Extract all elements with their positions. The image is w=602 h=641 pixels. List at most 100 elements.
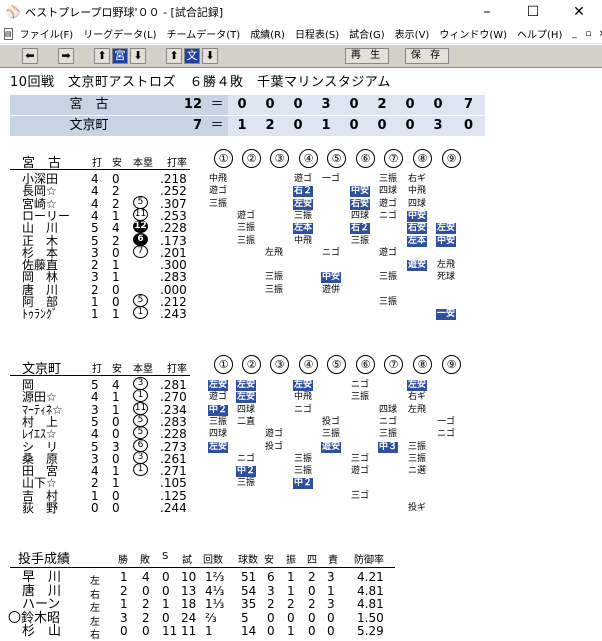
- menu-view[interactable]: 表示(V): [390, 26, 435, 41]
- next-game-button[interactable]: ➡: [58, 48, 74, 64]
- at-bat-result: 三振: [408, 441, 427, 452]
- home-inning-9: 0: [452, 116, 485, 136]
- at-bats: 1: [91, 307, 99, 322]
- menu-game[interactable]: 試合(G): [344, 26, 390, 41]
- inning-header: ③: [270, 355, 289, 374]
- menu-team-data[interactable]: チームデータ(T): [162, 26, 246, 41]
- away-inning-4: 3: [312, 95, 340, 115]
- pitching-stat: 4⅓: [205, 583, 225, 598]
- away-inning-9: 7: [452, 95, 485, 115]
- inning-header: ②: [242, 149, 261, 168]
- prev-game-button[interactable]: ⬅: [22, 48, 38, 64]
- pitching-column-header: 防御率: [354, 555, 384, 566]
- hits: 2: [112, 184, 120, 199]
- away-team-name: 宮 古: [10, 95, 168, 115]
- pitching-column-header: 球数: [238, 555, 258, 566]
- at-bats: 4: [91, 172, 99, 186]
- at-bat-result: 四球: [209, 429, 228, 440]
- at-bat-result: ニゴ: [351, 380, 370, 390]
- at-bat-result: 右安: [407, 223, 428, 235]
- at-bat-result: 遊併: [322, 284, 341, 295]
- away-inning-2: 0: [256, 95, 284, 115]
- home-inning-8: 3: [424, 116, 452, 136]
- inning-header: ⑦: [384, 355, 403, 374]
- at-bat-result: 四球: [351, 210, 370, 221]
- pitching-stat: 11: [181, 624, 197, 638]
- at-bats: 3: [91, 245, 99, 260]
- batting-average: .307: [160, 196, 187, 211]
- scroll-down-button-2[interactable]: ⬇: [202, 48, 218, 64]
- mdi-minimize-button[interactable]: _: [567, 29, 581, 39]
- scroll-up-button[interactable]: ⬆: [94, 48, 110, 64]
- home-run-count: 11: [133, 207, 148, 221]
- menu-schedule[interactable]: 日程表(S): [290, 26, 344, 41]
- column-header: 本塁: [133, 158, 153, 169]
- batting-average: .261: [160, 451, 187, 466]
- at-bats: 0: [91, 501, 99, 515]
- at-bat-result: 四球: [379, 186, 398, 197]
- dotted-guide: [200, 295, 472, 302]
- pitching-stat: 54: [241, 583, 257, 598]
- player-name: 宮崎☆: [22, 196, 57, 211]
- section-divider: [10, 567, 395, 568]
- away-inning-6: 2: [368, 95, 396, 115]
- document-icon[interactable]: ▤: [4, 27, 13, 40]
- column-header: 打: [92, 364, 102, 375]
- player-name: 岡: [22, 378, 35, 392]
- dotted-guide: [200, 184, 472, 192]
- batting-average: .253: [160, 208, 187, 223]
- scroll-down-button[interactable]: ⬇: [130, 48, 146, 64]
- at-bats: 5: [91, 414, 99, 429]
- team-miyako-button[interactable]: 宮: [112, 48, 128, 64]
- home-run-count: 1: [133, 306, 148, 320]
- menu-records[interactable]: 成績(R): [245, 26, 290, 41]
- pitching-stat: 1: [162, 597, 170, 611]
- at-bat-result: 中安: [350, 186, 371, 198]
- team-bunkyo-button[interactable]: 文: [184, 48, 200, 64]
- at-bat-result: 一ゴ: [322, 174, 341, 184]
- maximize-button[interactable]: ☐: [510, 0, 556, 24]
- at-bat-result: 遊ゴ: [265, 429, 284, 440]
- at-bat-result: 三振: [351, 392, 370, 403]
- pitching-stat: 0: [327, 610, 335, 625]
- menu-bar: ▤ ファイル(F) リーグデータ(L) チームデータ(T) 成績(R) 日程表(…: [0, 24, 602, 44]
- batting-average: .252: [160, 184, 187, 199]
- home-inning-6: 0: [368, 116, 396, 136]
- pitching-stat: 4.21: [357, 570, 384, 584]
- at-bat-result: ニゴ: [237, 453, 256, 464]
- hits: 1: [112, 464, 120, 479]
- player-name: 山 川: [22, 221, 59, 236]
- at-bats: 2: [91, 258, 99, 273]
- at-bat-result: 遊ゴ: [294, 174, 313, 184]
- hits: 1: [112, 390, 120, 405]
- menu-help[interactable]: ヘルプ(H): [512, 26, 567, 41]
- at-bats: 5: [91, 221, 99, 236]
- close-button[interactable]: ✕: [556, 0, 602, 24]
- pitching-stat: 4: [142, 570, 150, 584]
- minimize-button[interactable]: –: [464, 0, 510, 24]
- at-bat-result: 三振: [351, 235, 370, 246]
- menu-window[interactable]: ウィンドウ(W): [434, 26, 512, 41]
- at-bat-result: 投ゴ: [265, 441, 284, 452]
- at-bats: 2: [91, 282, 99, 297]
- pitching-stat: 0: [267, 610, 275, 625]
- pitching-stat: 3: [120, 610, 128, 625]
- menu-league-data[interactable]: リーグデータ(L): [78, 26, 161, 41]
- at-bat-result: 左本: [407, 235, 428, 247]
- home-run-count: 3: [133, 377, 148, 390]
- home-run-count: 5: [133, 294, 148, 307]
- hits: 4: [112, 221, 120, 236]
- scroll-up-button-2[interactable]: ⬆: [166, 48, 182, 64]
- player-name: 佐藤直: [22, 258, 59, 273]
- mdi-close-button[interactable]: ×: [595, 29, 602, 39]
- menu-file[interactable]: ファイル(F): [15, 26, 79, 41]
- at-bat-result: 遊安: [407, 260, 428, 272]
- at-bat-result: 投ゴ: [322, 416, 341, 427]
- pitching-stat: 1.50: [357, 610, 384, 625]
- pitching-stat: 14: [241, 624, 257, 638]
- player-name: 村 上: [22, 414, 59, 429]
- mdi-restore-button[interactable]: ▫: [581, 29, 595, 39]
- save-button[interactable]: 保 存: [405, 48, 449, 64]
- replay-button[interactable]: 再 生: [345, 48, 389, 64]
- hits: 0: [112, 414, 120, 429]
